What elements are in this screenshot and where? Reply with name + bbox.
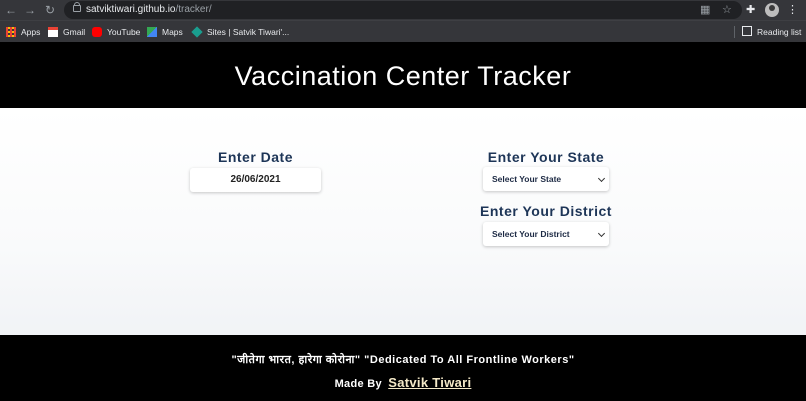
author-link[interactable]: Satvik Tiwari <box>388 375 471 390</box>
bookmark-apps[interactable]: Apps <box>6 25 40 39</box>
browser-toolbar: ← → ↻ satviktiwari.github.io/tracker/ ▦ … <box>0 0 806 20</box>
reading-list-label: Reading list <box>757 27 802 37</box>
date-label: Enter Date <box>217 149 294 165</box>
bookmark-maps[interactable]: Maps <box>147 25 183 39</box>
state-select[interactable]: Select Your State <box>483 167 609 191</box>
youtube-icon <box>92 27 102 37</box>
apps-icon <box>6 27 16 37</box>
bookmark-label: YouTube <box>107 27 141 37</box>
district-select[interactable]: Select Your District <box>483 222 609 246</box>
url-host: satviktiwari.github.io <box>86 4 176 15</box>
made-by-label: Made By <box>334 378 382 390</box>
url-path: /tracker/ <box>175 4 212 15</box>
profile-avatar[interactable] <box>765 3 779 17</box>
chevron-down-icon <box>597 174 606 183</box>
district-label: Enter Your District <box>480 203 612 219</box>
gmail-icon <box>48 27 58 37</box>
date-input[interactable]: 26/06/2021 <box>190 168 321 192</box>
reading-list-button[interactable]: Reading list <box>742 25 801 39</box>
maps-icon <box>147 27 157 37</box>
bookmark-label: Gmail <box>63 27 86 37</box>
state-label: Enter Your State <box>487 149 605 165</box>
bookmark-label: Sites | Satvik Tiwari'... <box>207 27 290 37</box>
bookmarks-bar: Apps Gmail YouTube Maps Sites | Satvik T… <box>0 20 806 42</box>
address-bar[interactable]: satviktiwari.github.io/tracker/ ▦ ☆ <box>64 1 742 19</box>
state-select-value: Select Your State <box>492 174 562 184</box>
qr-code-icon[interactable]: ▦ <box>700 3 710 17</box>
bookmark-label: Apps <box>21 27 41 37</box>
star-icon[interactable]: ☆ <box>722 3 732 17</box>
bookmarks-divider <box>734 26 735 38</box>
reading-list-icon <box>742 26 752 36</box>
bookmark-gmail[interactable]: Gmail <box>48 25 85 39</box>
lock-icon[interactable] <box>73 2 81 12</box>
made-by: Made By Satvik Tiwari <box>0 375 806 392</box>
page-footer: "जीतेगा भारत, हारेगा कोरोना" "Dedicated … <box>0 335 806 401</box>
page-title: Vaccination Center Tracker <box>234 61 572 91</box>
extensions-icon[interactable]: ✚ <box>746 3 755 16</box>
chevron-down-icon <box>597 229 606 238</box>
district-select-value: Select Your District <box>492 229 570 239</box>
bookmark-label: Maps <box>162 27 183 37</box>
url-text[interactable]: satviktiwari.github.io/tracker/ <box>86 3 212 17</box>
forward-icon[interactable]: → <box>22 2 38 18</box>
bookmark-youtube[interactable]: YouTube <box>92 25 140 39</box>
back-icon[interactable]: ← <box>3 2 19 18</box>
page-header: Vaccination Center Tracker <box>0 42 806 108</box>
browser-chrome: ← → ↻ satviktiwari.github.io/tracker/ ▦ … <box>0 0 806 42</box>
reload-icon[interactable]: ↻ <box>42 2 58 18</box>
menu-icon[interactable]: ⋮ <box>787 2 798 18</box>
footer-quote: "जीतेगा भारत, हारेगा कोरोना" "Dedicated … <box>231 354 575 366</box>
bookmark-sites[interactable]: Sites | Satvik Tiwari'... <box>191 25 290 39</box>
sites-icon <box>191 26 203 38</box>
tracker-form: Enter Date 26/06/2021 Enter Your State S… <box>0 108 806 335</box>
